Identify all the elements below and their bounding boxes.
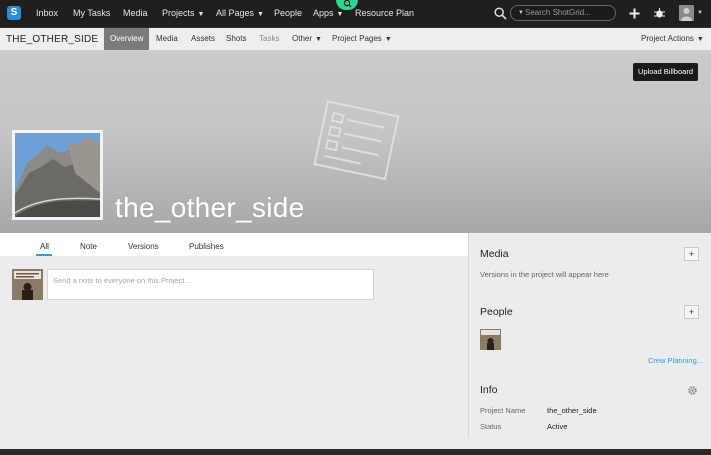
nav-people[interactable]: People	[274, 0, 302, 27]
people-section-title: People	[480, 306, 513, 318]
nav-resource-plan[interactable]: Resource Plan	[355, 0, 414, 27]
bug-icon[interactable]	[653, 7, 666, 20]
gear-icon[interactable]	[687, 385, 698, 396]
activity-tabs: All Note Versions Publishes	[0, 233, 468, 256]
project-title: the_other_side	[115, 192, 305, 223]
project-name-label[interactable]: THE_OTHER_SIDE	[6, 28, 98, 51]
activity-stream-panel: All Note Versions Publishes Send a note …	[0, 233, 468, 455]
nav-all-pages[interactable]: All Pages ▼	[216, 0, 264, 27]
tab-project-pages-label: Project Pages	[332, 34, 382, 43]
shotgrid-logo-icon[interactable]: S	[7, 6, 21, 20]
chevron-down-icon: ▼	[696, 36, 704, 43]
tab-tasks[interactable]: Tasks	[259, 28, 279, 50]
chevron-down-icon: ▼	[315, 36, 322, 43]
search-placeholder: Search ShotGrid...	[525, 8, 591, 17]
info-value-project-name: the_other_side	[547, 406, 597, 415]
search-input[interactable]: ▼ Search ShotGrid...	[510, 5, 616, 21]
info-key-status: Status	[480, 422, 502, 431]
info-value-status: Active	[547, 422, 568, 431]
info-section-title: Info	[480, 384, 498, 396]
tab-shots[interactable]: Shots	[226, 28, 246, 50]
person-avatar[interactable]	[480, 329, 501, 350]
project-billboard: Upload Billboard the_other_side	[0, 51, 711, 233]
chevron-down-icon[interactable]: ▼	[697, 0, 703, 27]
note-input-placeholder: Send a note to everyone on this Project.…	[53, 276, 191, 285]
nav-media[interactable]: Media	[123, 0, 148, 27]
add-media-button[interactable]: +	[684, 247, 699, 261]
project-actions-menu[interactable]: Project Actions ▼	[641, 28, 704, 50]
nav-all-pages-label: All Pages	[216, 8, 255, 18]
chevron-down-icon: ▼	[518, 10, 524, 16]
bottom-edge	[0, 449, 711, 455]
tab-overview[interactable]: Overview	[104, 28, 150, 50]
nav-projects-label: Projects	[162, 8, 195, 18]
plus-icon[interactable]	[629, 8, 640, 19]
active-tab-indicator	[36, 254, 52, 256]
main-content: All Note Versions Publishes Send a note …	[0, 233, 711, 455]
chevron-down-icon: ▼	[384, 36, 392, 43]
search-icon[interactable]	[494, 7, 507, 20]
crew-planning-link[interactable]: Crew Planning...	[648, 356, 703, 365]
person-silhouette-icon	[681, 8, 692, 21]
media-section-title: Media	[480, 248, 509, 260]
project-actions-label: Project Actions	[641, 34, 694, 43]
chevron-down-icon: ▼	[197, 11, 205, 18]
project-thumbnail-image	[15, 133, 100, 217]
top-nav-bar: S Inbox My Tasks Media Projects ▼ All Pag…	[0, 0, 711, 27]
note-input[interactable]: Send a note to everyone on this Project.…	[47, 269, 374, 300]
upload-billboard-button[interactable]: Upload Billboard	[632, 63, 698, 81]
nav-my-tasks[interactable]: My Tasks	[73, 0, 110, 27]
nav-projects[interactable]: Projects ▼	[162, 0, 204, 27]
nav-apps[interactable]: Apps ▼	[313, 0, 343, 27]
person-avatar-image	[480, 329, 501, 350]
info-key-project-name: Project Name	[480, 406, 526, 415]
tab-other[interactable]: Other ▼	[292, 28, 322, 50]
media-empty-text: Versions in the project will appear here	[480, 270, 609, 279]
nav-apps-label: Apps	[313, 8, 334, 18]
tab-publishes[interactable]: Publishes	[189, 233, 224, 256]
project-sidebar: Media + Versions in the project will app…	[469, 233, 711, 455]
user-avatar-icon[interactable]	[679, 5, 694, 21]
add-people-button[interactable]: +	[684, 305, 699, 319]
tab-note[interactable]: Note	[80, 233, 97, 256]
nav-inbox[interactable]: Inbox	[36, 0, 58, 27]
chevron-down-icon: ▼	[257, 11, 264, 18]
tab-media[interactable]: Media	[156, 28, 178, 50]
tab-other-label: Other	[292, 34, 313, 43]
chevron-down-icon: ▼	[336, 11, 344, 18]
tab-versions[interactable]: Versions	[128, 233, 159, 256]
billboard-placeholder-icon	[313, 100, 400, 181]
tab-project-pages[interactable]: Project Pages ▼	[332, 28, 392, 50]
project-thumbnail[interactable]	[12, 130, 103, 220]
user-avatar-image	[12, 269, 43, 300]
project-subnav: THE_OTHER_SIDE Overview Media Assets Sho…	[0, 28, 711, 51]
tab-assets[interactable]: Assets	[191, 28, 215, 50]
user-avatar	[12, 269, 43, 300]
tab-all[interactable]: All	[40, 233, 49, 256]
